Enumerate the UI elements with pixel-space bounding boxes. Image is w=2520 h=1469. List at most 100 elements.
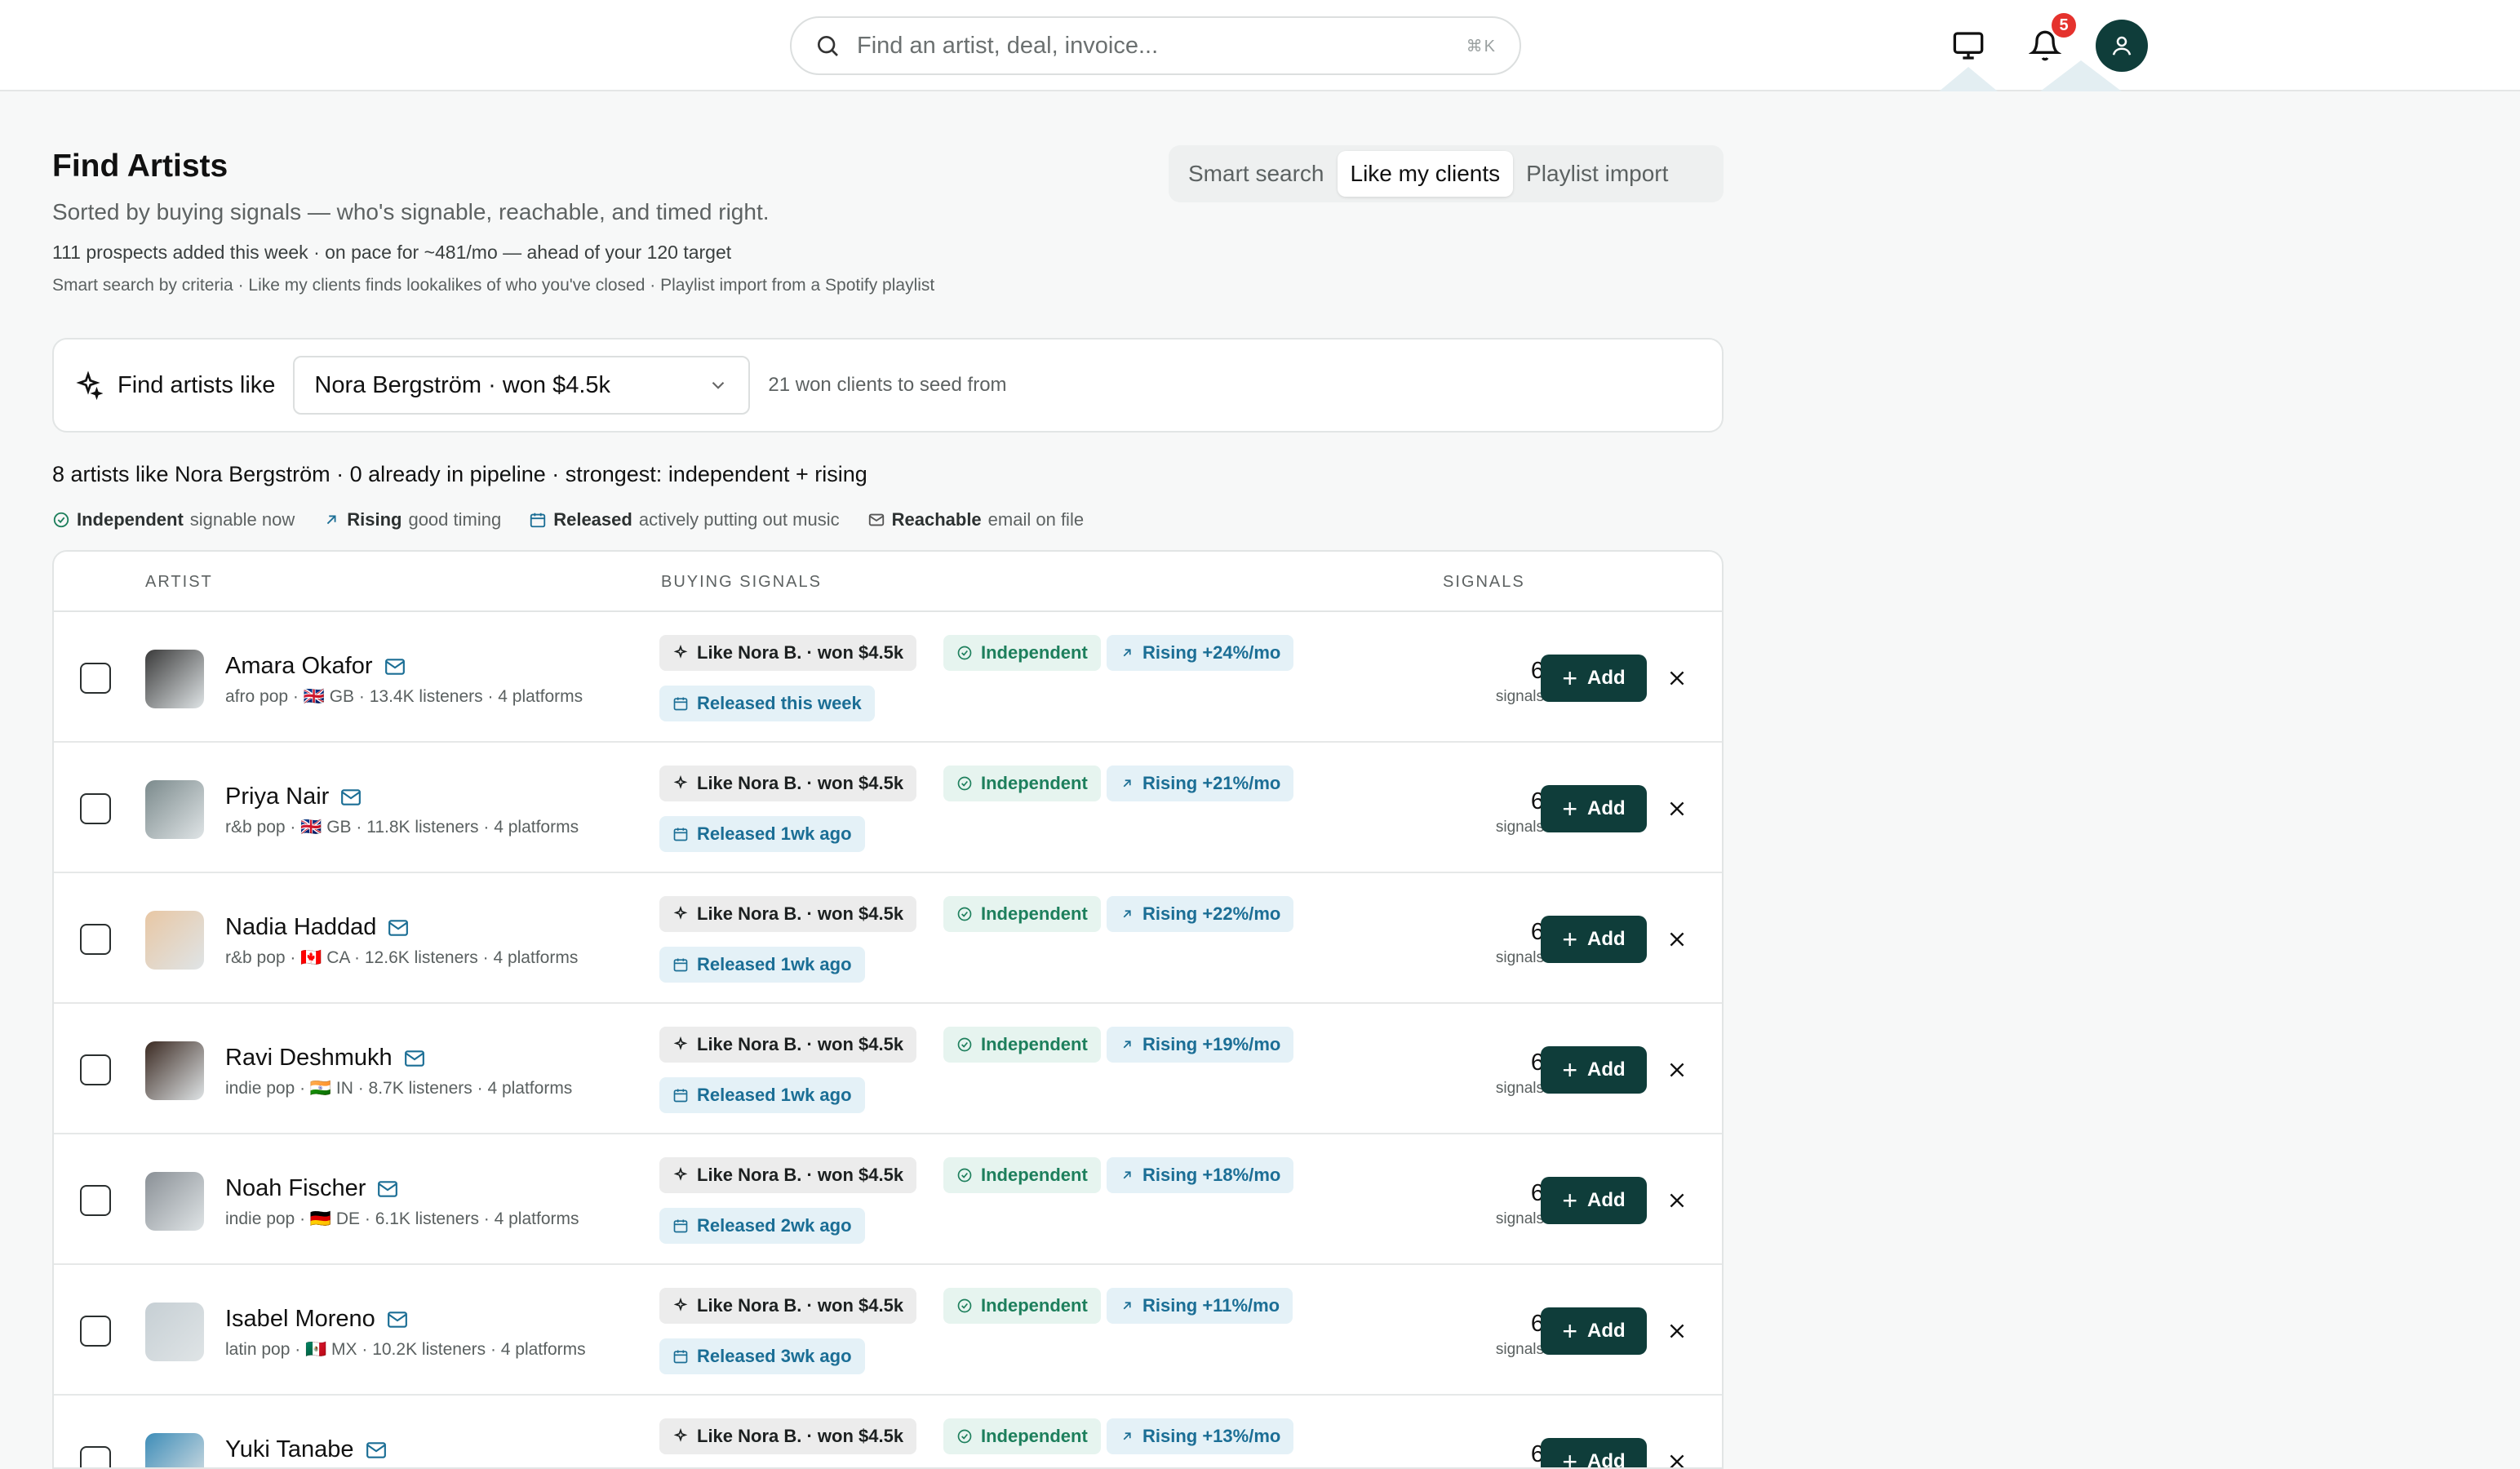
- mail-icon: [378, 1180, 398, 1197]
- artist-meta: r&b pop · 🇨🇦 CA · 12.6K listeners · 4 pl…: [225, 948, 579, 967]
- signal-count-number: 6: [1530, 1311, 1544, 1337]
- tab-playlist-import[interactable]: Playlist import: [1513, 151, 1681, 197]
- add-button[interactable]: + Add: [1541, 1177, 1647, 1224]
- seed-label: Find artists like: [118, 371, 276, 398]
- legend-key: Released: [553, 509, 632, 530]
- seed-count: 21 won clients to seed from: [768, 374, 1007, 396]
- arrow-up-right-icon: [1123, 779, 1131, 788]
- dismiss-button[interactable]: [1662, 1446, 1693, 1467]
- artist-name[interactable]: Priya Nair: [225, 783, 329, 810]
- row-checkbox[interactable]: [80, 1446, 111, 1467]
- check-circle-icon: [957, 776, 972, 791]
- chip-like-client: Like Nora B. · won $4.5k: [659, 766, 917, 801]
- row-checkbox[interactable]: [80, 793, 111, 824]
- artist-meta: indie pop · 🇮🇳 IN · 8.7K listeners · 4 p…: [225, 1079, 573, 1098]
- add-label: Add: [1587, 1320, 1626, 1342]
- seed-client-select[interactable]: Nora Bergström · won $4.5k: [293, 356, 751, 415]
- add-button[interactable]: + Add: [1541, 1438, 1647, 1467]
- chip-released: Released 1wk ago: [659, 816, 865, 852]
- dismiss-button[interactable]: [1662, 793, 1693, 824]
- table-row[interactable]: Priya Nair r&b pop · 🇬🇧 GB · 11.8K liste…: [54, 743, 1722, 873]
- artist-avatar: [145, 911, 204, 970]
- legend-desc: actively putting out music: [638, 509, 840, 530]
- signal-count: 6 signals: [1454, 1311, 1544, 1359]
- signal-count-label: signals: [1495, 1341, 1544, 1358]
- signal-count: 6 signals: [1454, 658, 1544, 706]
- artist-meta: afro pop · 🇬🇧 GB · 13.4K listeners · 4 p…: [225, 687, 583, 706]
- row-checkbox[interactable]: [80, 1316, 111, 1347]
- artist-name[interactable]: Yuki Tanabe: [225, 1436, 354, 1463]
- table-row[interactable]: Isabel Moreno latin pop · 🇲🇽 MX · 10.2K …: [54, 1265, 1722, 1396]
- chip-label: Independent: [981, 1295, 1088, 1316]
- mode-hint: Smart search by criteria · Like my clien…: [52, 276, 935, 295]
- chip-like-client: Like Nora B. · won $4.5k: [659, 1418, 917, 1454]
- chip-independent: Independent: [943, 896, 1101, 932]
- row-checkbox[interactable]: [80, 1054, 111, 1085]
- chip-label: Released 1wk ago: [697, 1085, 852, 1105]
- add-button[interactable]: + Add: [1541, 1046, 1647, 1094]
- chip-rising: Rising +19%/mo: [1107, 1027, 1294, 1063]
- col-buying-signals: BUYING SIGNALS: [661, 573, 822, 591]
- row-checkbox[interactable]: [80, 1185, 111, 1216]
- search-input[interactable]: Find an artist, deal, invoice... ⌘K: [790, 16, 1521, 75]
- chip-label: Released this week: [697, 693, 862, 713]
- signal-count-number: 6: [1530, 919, 1544, 945]
- legend-desc: good timing: [408, 509, 502, 530]
- table-row[interactable]: Ravi Deshmukh indie pop · 🇮🇳 IN · 8.7K l…: [54, 1004, 1722, 1134]
- add-button[interactable]: + Add: [1541, 785, 1647, 832]
- search-shortcut: ⌘K: [1466, 37, 1497, 55]
- notification-badge: 5: [2052, 13, 2076, 38]
- tab-smart-search[interactable]: Smart search: [1175, 151, 1338, 197]
- col-signals: SIGNALS: [1443, 573, 1525, 591]
- search-placeholder: Find an artist, deal, invoice...: [857, 32, 1159, 59]
- arrow-up-right-icon: [1123, 1041, 1131, 1049]
- add-button[interactable]: + Add: [1541, 1307, 1647, 1355]
- close-icon: [1670, 1063, 1684, 1077]
- artist-name[interactable]: Isabel Moreno: [225, 1306, 375, 1333]
- chip-label: Independent: [981, 773, 1088, 793]
- row-checkbox[interactable]: [80, 924, 111, 955]
- monitor-icon[interactable]: [1945, 23, 1991, 69]
- artist-name[interactable]: Amara Okafor: [225, 653, 373, 680]
- sparkle-icon: [673, 1428, 688, 1442]
- table-row[interactable]: Nadia Haddad r&b pop · 🇨🇦 CA · 12.6K lis…: [54, 873, 1722, 1004]
- artist-meta: indie pop · 🇩🇪 DE · 6.1K listeners · 4 p…: [225, 1209, 579, 1228]
- tab-like-my-clients[interactable]: Like my clients: [1337, 151, 1514, 197]
- check-circle-icon: [957, 646, 972, 660]
- chip-label: Rising +19%/mo: [1142, 1034, 1281, 1054]
- dismiss-button[interactable]: [1662, 924, 1693, 955]
- chip-label: Independent: [981, 1426, 1088, 1446]
- dismiss-button[interactable]: [1662, 1316, 1693, 1347]
- plus-icon: +: [1562, 663, 1578, 693]
- dismiss-button[interactable]: [1662, 1054, 1693, 1085]
- add-button[interactable]: + Add: [1541, 655, 1647, 702]
- chip-label: Released 2wk ago: [697, 1215, 852, 1236]
- chip-independent: Independent: [943, 1157, 1101, 1193]
- dismiss-button[interactable]: [1662, 1185, 1693, 1216]
- artist-name[interactable]: Ravi Deshmukh: [225, 1045, 393, 1072]
- table-row[interactable]: Amara Okafor afro pop · 🇬🇧 GB · 13.4K li…: [54, 612, 1722, 743]
- chip-rising: Rising +21%/mo: [1107, 766, 1294, 801]
- close-icon: [1670, 1454, 1684, 1467]
- table-row[interactable]: Noah Fischer indie pop · 🇩🇪 DE · 6.1K li…: [54, 1134, 1722, 1265]
- chip-label: Like Nora B. · won $4.5k: [697, 1034, 904, 1054]
- chip-rising: Rising +11%/mo: [1107, 1288, 1293, 1324]
- add-label: Add: [1587, 1058, 1626, 1081]
- chip-independent: Independent: [943, 1288, 1101, 1324]
- legend-key: Independent: [77, 509, 184, 530]
- artist-name[interactable]: Nadia Haddad: [225, 914, 376, 941]
- sparkle-icon: [76, 371, 103, 400]
- chip-rising: Rising +22%/mo: [1107, 896, 1294, 932]
- add-button[interactable]: + Add: [1541, 916, 1647, 963]
- close-icon: [1670, 1324, 1684, 1338]
- plus-icon: +: [1562, 793, 1578, 823]
- artist-name[interactable]: Noah Fischer: [225, 1175, 366, 1202]
- artist-name-wrap: Yuki Tanabe: [225, 1436, 387, 1463]
- chip-label: Like Nora B. · won $4.5k: [697, 1426, 904, 1446]
- table-row[interactable]: Yuki Tanabe Like Nora B. · won $4.5k Ind…: [54, 1396, 1722, 1467]
- dismiss-button[interactable]: [1662, 663, 1693, 694]
- calendar-icon: [673, 828, 688, 841]
- row-checkbox[interactable]: [80, 663, 111, 694]
- check-circle-icon: [957, 1298, 972, 1313]
- artist-name-wrap: Isabel Moreno: [225, 1306, 408, 1333]
